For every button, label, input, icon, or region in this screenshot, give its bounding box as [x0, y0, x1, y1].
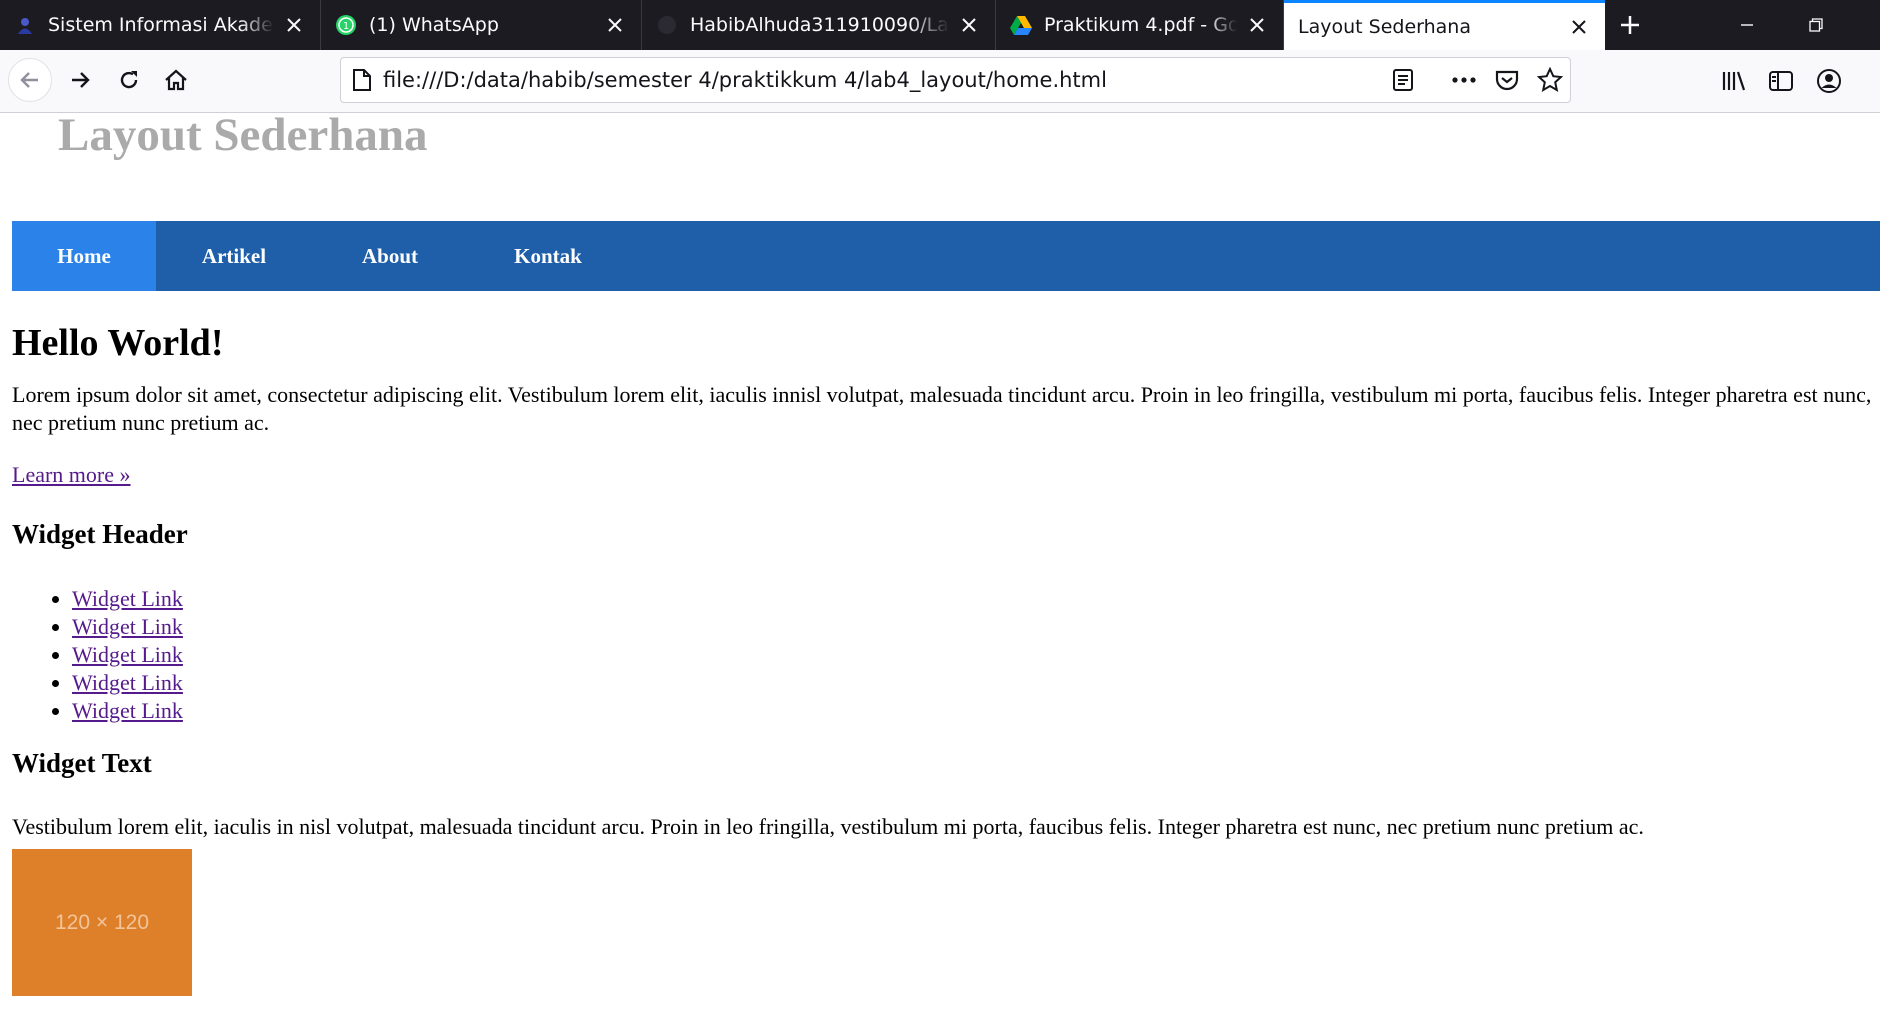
bookmark-star-icon[interactable] [1537, 67, 1563, 93]
library-icon[interactable] [1720, 67, 1748, 95]
tab-github[interactable]: HabibAlhuda311910090/Lab4 [642, 0, 996, 50]
reload-button[interactable] [107, 58, 151, 102]
list-item: Widget Link [72, 697, 183, 725]
widget-link[interactable]: Widget Link [72, 642, 183, 667]
tab-strip: Sistem Informasi Akademik 1 (1) WhatsApp… [0, 0, 1880, 50]
google-drive-icon [1010, 14, 1032, 36]
close-tab-icon[interactable] [1245, 13, 1269, 37]
account-icon[interactable] [1815, 67, 1843, 95]
page-viewport: Layout Sederhana Home Artikel About Kont… [0, 109, 1880, 1018]
close-tab-icon[interactable] [1567, 15, 1591, 39]
new-tab-button[interactable] [1605, 0, 1655, 50]
list-item: Widget Link [72, 585, 183, 613]
close-tab-icon[interactable] [282, 13, 306, 37]
main-menu: Home Artikel About Kontak [12, 221, 1880, 291]
close-tab-icon[interactable] [957, 13, 981, 37]
list-item: Widget Link [72, 669, 183, 697]
navigation-toolbar: file:///D:/data/habib/semester 4/praktik… [0, 50, 1880, 113]
minimize-button[interactable] [1716, 0, 1778, 50]
more-actions-icon[interactable] [1451, 67, 1477, 93]
placeholder-image-label: 120 × 120 [54, 910, 149, 934]
site-title: Layout Sederhana [58, 109, 428, 161]
university-logo-icon [14, 14, 36, 36]
widget-link-list: Widget Link Widget Link Widget Link Widg… [12, 585, 183, 725]
menu-item-kontak[interactable]: Kontak [468, 221, 628, 291]
address-bar[interactable]: file:///D:/data/habib/semester 4/praktik… [340, 57, 1571, 103]
page-icon [349, 67, 375, 93]
menu-item-artikel[interactable]: Artikel [156, 221, 312, 291]
widget-text: Vestibulum lorem elit, iaculis in nisl v… [12, 814, 1644, 839]
back-button[interactable] [8, 58, 52, 102]
widget-header-heading: Widget Header [12, 519, 188, 549]
github-icon [656, 14, 678, 36]
menu-item-about[interactable]: About [312, 221, 468, 291]
list-item: Widget Link [72, 613, 183, 641]
hero-text: Lorem ipsum dolor sit amet, consectetur … [12, 382, 1872, 435]
forward-button[interactable] [58, 58, 102, 102]
learn-more-link[interactable]: Learn more » [12, 461, 131, 489]
widget-link[interactable]: Widget Link [72, 670, 183, 695]
close-tab-icon[interactable] [603, 13, 627, 37]
reader-view-icon[interactable] [1390, 67, 1416, 93]
home-button[interactable] [154, 58, 198, 102]
placeholder-image: 120 × 120 [12, 849, 192, 996]
pocket-icon[interactable] [1494, 67, 1520, 93]
list-item: Widget Link [72, 641, 183, 669]
widget-link[interactable]: Widget Link [72, 614, 183, 639]
widget-link[interactable]: Widget Link [72, 586, 183, 611]
restore-button[interactable] [1785, 0, 1847, 50]
widget-link[interactable]: Widget Link [72, 698, 183, 723]
tab-sistem-informasi-akademik[interactable]: Sistem Informasi Akademik [0, 0, 321, 50]
url-text[interactable]: file:///D:/data/habib/semester 4/praktik… [383, 58, 1107, 102]
sidebar-icon[interactable] [1767, 67, 1795, 95]
whatsapp-icon: 1 [335, 14, 357, 36]
tab-google-drive[interactable]: Praktikum 4.pdf - Google Drive [996, 0, 1284, 50]
widget-text-heading: Widget Text [12, 748, 152, 778]
hero-heading: Hello World! [12, 322, 224, 364]
svg-text:1: 1 [343, 21, 349, 32]
tab-whatsapp[interactable]: 1 (1) WhatsApp [321, 0, 642, 50]
menu-item-home[interactable]: Home [12, 221, 156, 291]
tab-layout-sederhana[interactable]: Layout Sederhana [1284, 0, 1605, 50]
